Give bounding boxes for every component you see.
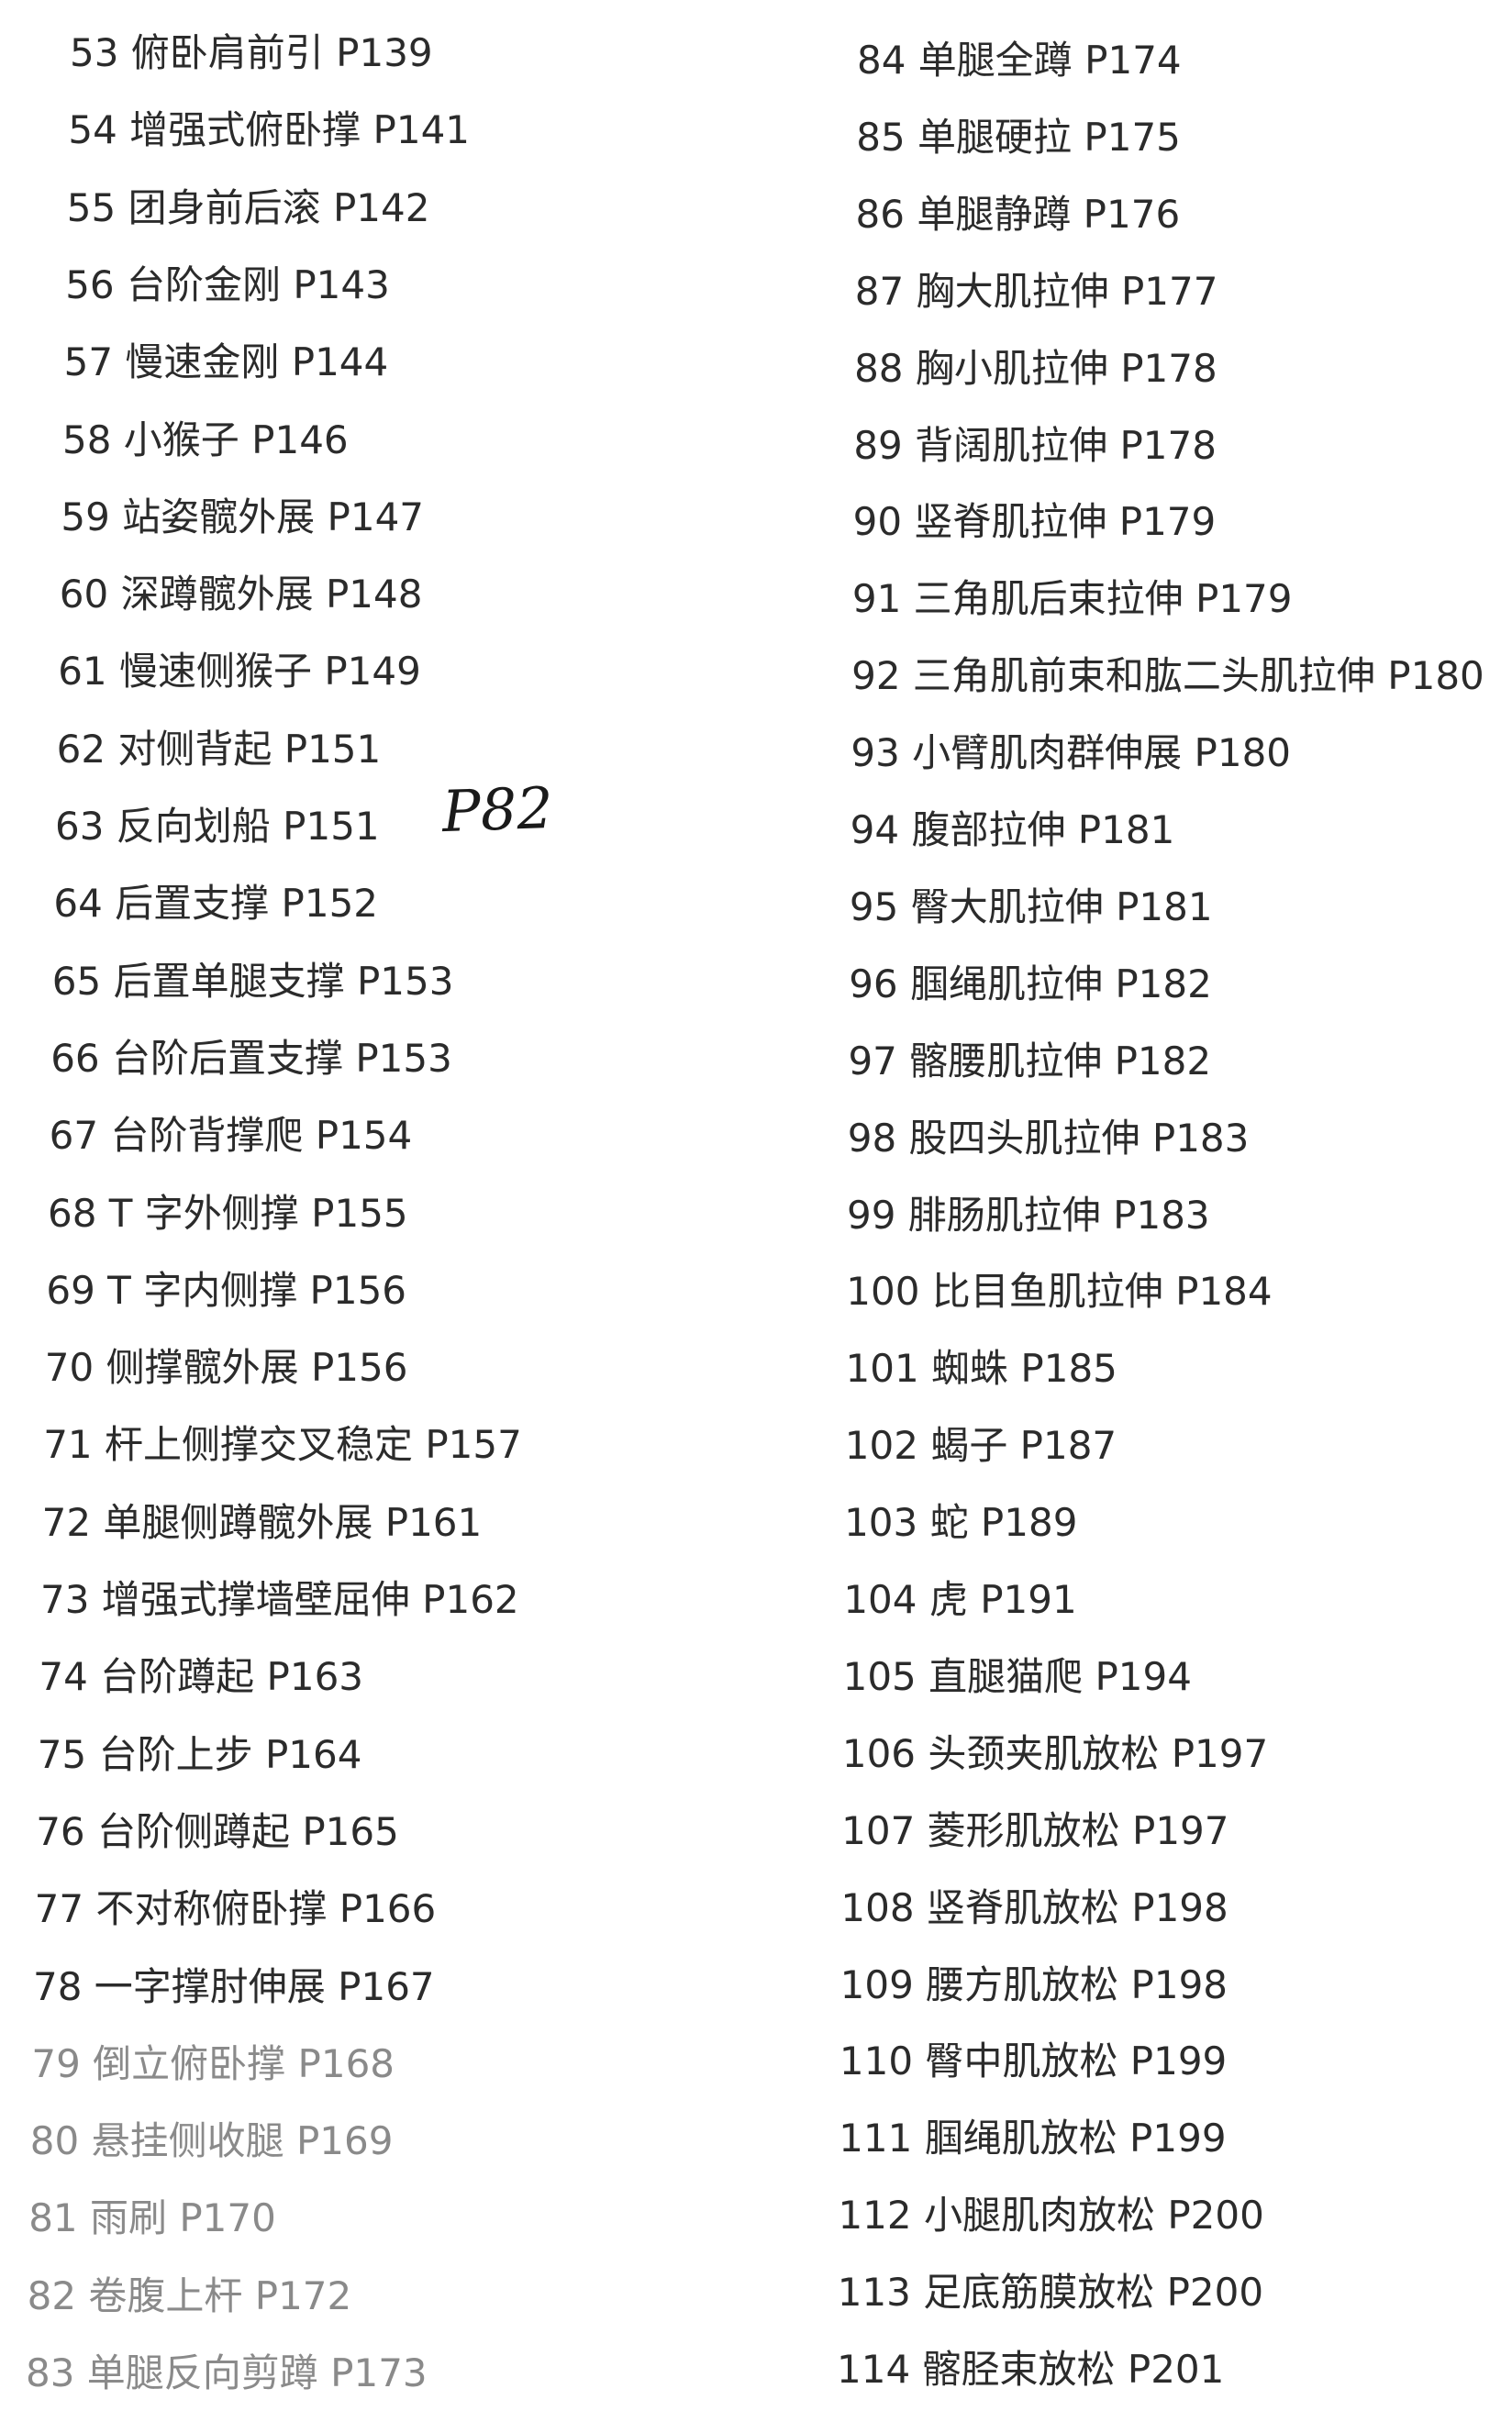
index-entry: 92 三角肌前束和肱二头肌拉伸 P180	[851, 653, 1484, 699]
index-entry: 79 倒立俯卧撑 P168	[31, 2040, 395, 2086]
index-entry: 98 股四头肌拉伸 P183	[847, 1115, 1250, 1161]
index-entry: 103 蛇 P189	[844, 1500, 1078, 1546]
index-entry: 58 小猴子 P146	[62, 417, 349, 462]
index-entry: 75 台阶上步 P164	[37, 1731, 362, 1777]
index-entry: 81 雨刷 P170	[28, 2195, 276, 2241]
index-entry: 61 慢速侧猴子 P149	[58, 649, 421, 694]
index-entry: 91 三角肌后束拉伸 P179	[851, 576, 1293, 622]
index-entry: 68 T 字外侧撑 P155	[48, 1190, 408, 1236]
index-entry: 101 蜘蛛 P185	[845, 1346, 1117, 1392]
index-entry: 77 不对称俯卧撑 P166	[34, 1886, 437, 1932]
index-entry: 88 胸小肌拉伸 P178	[854, 345, 1217, 391]
index-entry: 109 腰方肌放松 P198	[839, 1961, 1228, 2007]
index-entry: 59 站姿髋外展 P147	[61, 494, 425, 539]
index-entry: 93 小臂肌肉群伸展 P180	[850, 730, 1292, 776]
index-entry: 83 单腿反向剪蹲 P173	[26, 2350, 428, 2395]
index-entry: 65 后置单腿支撑 P153	[51, 958, 454, 1004]
index-entry: 105 直腿猫爬 P194	[842, 1653, 1192, 1699]
index-entry: 114 髂胫束放松 P201	[837, 2347, 1225, 2392]
index-entry: 80 悬挂侧收腿 P169	[29, 2118, 394, 2164]
index-entry: 99 腓肠肌拉伸 P183	[847, 1192, 1210, 1238]
index-entry: 74 台阶蹲起 P163	[39, 1654, 364, 1700]
index-entry: 85 单腿硬拉 P175	[856, 114, 1181, 160]
index-entry: 102 蝎子 P187	[844, 1423, 1117, 1469]
index-entry: 95 臀大肌拉伸 P181	[849, 883, 1213, 929]
index-entry: 108 竖脊肌放松 P198	[840, 1884, 1228, 1930]
index-entry: 89 背阔肌拉伸 P178	[853, 422, 1217, 468]
index-entry: 54 增强式俯卧撑 P141	[68, 107, 471, 153]
index-entry: 69 T 字内侧撑 P156	[46, 1267, 407, 1313]
index-entry: 84 单腿全蹲 P174	[857, 38, 1182, 83]
index-page: { "left_column": [ "53 俯卧肩前引 P139", "54 …	[0, 0, 1512, 2422]
index-entry: 107 菱形肌放松 P197	[841, 1807, 1229, 1853]
index-entry: 60 深蹲髋外展 P148	[59, 572, 423, 617]
index-entry: 55 团身前后滚 P142	[66, 184, 430, 230]
index-entry: 67 台阶背撑爬 P154	[49, 1113, 413, 1159]
index-entry: 112 小腿肌肉放松 P200	[838, 2193, 1264, 2239]
index-entry: 62 对侧背起 P151	[56, 726, 382, 772]
index-entry: 87 胸大肌拉伸 P177	[854, 268, 1218, 314]
index-entry: 66 台阶后置支撑 P153	[50, 1035, 452, 1081]
index-entry: 53 俯卧肩前引 P139	[70, 30, 433, 75]
index-entry: 97 髂腰肌拉伸 P182	[848, 1038, 1212, 1083]
index-entry: 64 后置支撑 P152	[53, 881, 379, 927]
index-entry: 70 侧撑髋外展 P156	[44, 1345, 408, 1391]
index-entry: 104 虎 P191	[843, 1577, 1077, 1622]
handwritten-note: P82	[440, 773, 554, 846]
index-entry: 113 足底筋膜放松 P200	[837, 2270, 1264, 2316]
index-entry: 86 单腿静蹲 P176	[855, 191, 1181, 237]
index-entry: 90 竖脊肌拉伸 P179	[852, 499, 1217, 545]
index-entry: 57 慢速金刚 P144	[63, 339, 389, 385]
index-entry: 100 比目鱼肌拉伸 P184	[846, 1269, 1273, 1315]
index-entry: 56 台阶金刚 P143	[65, 261, 390, 307]
index-entry: 82 卷腹上杆 P172	[27, 2272, 352, 2318]
index-entry: 71 杆上侧撑交叉稳定 P157	[43, 1422, 522, 1468]
index-entry: 96 腘绳肌拉伸 P182	[849, 961, 1212, 1006]
index-entry: 111 腘绳肌放松 P199	[839, 2116, 1227, 2161]
index-entry: 94 腹部拉伸 P181	[850, 807, 1175, 852]
index-entry: 73 增强式撑墙壁屈伸 P162	[40, 1577, 519, 1622]
index-entry: 110 臀中肌放松 P199	[839, 2039, 1228, 2084]
index-entry: 76 台阶侧蹲起 P165	[36, 1808, 399, 1854]
index-entry: 63 反向划船 P151	[55, 804, 380, 849]
index-entry: 106 头颈夹肌放松 P197	[841, 1730, 1269, 1776]
index-entry: 72 单腿侧蹲髋外展 P161	[41, 1499, 483, 1545]
index-entry: 78 一字撑肘伸展 P167	[33, 1963, 435, 2009]
